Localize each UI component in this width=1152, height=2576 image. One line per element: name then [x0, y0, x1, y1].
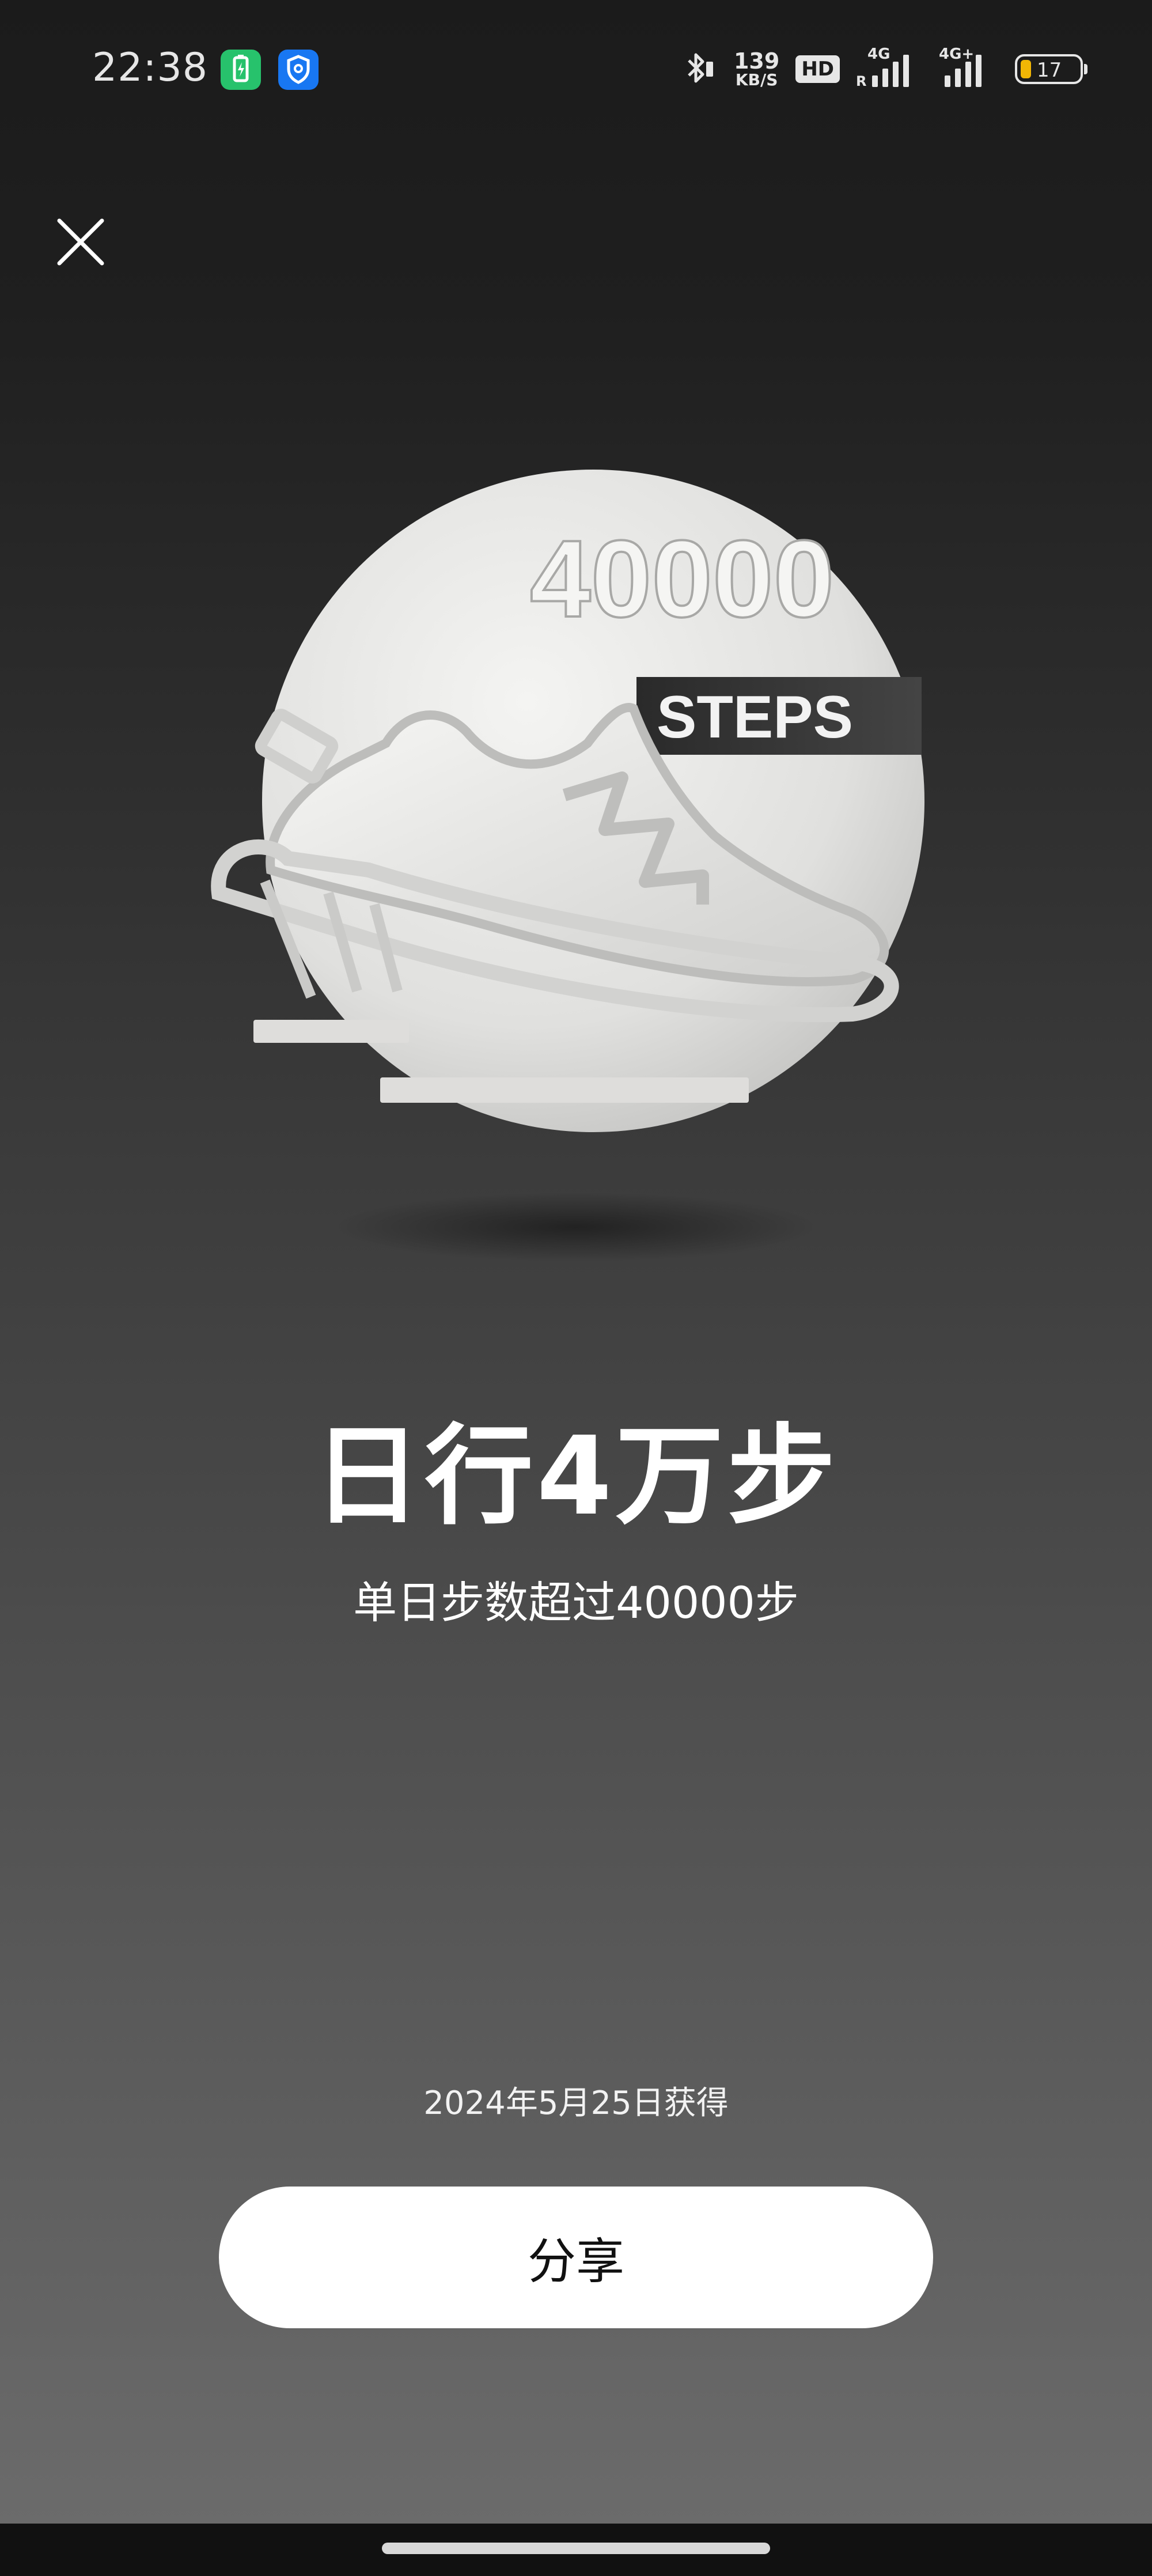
medal-description: 单日步数超过40000步 [353, 1577, 799, 1628]
battery-fill [1021, 60, 1031, 78]
battery-level: 17 [1037, 59, 1062, 82]
signal-1-roaming-label: R [856, 73, 867, 89]
status-bar: 22:38 139 KB/S HD 4G R 4G+ 17 [0, 0, 1152, 138]
signal-icon: 4G+ [935, 46, 999, 89]
close-button[interactable] [52, 213, 109, 271]
battery-icon: 17 [1015, 54, 1087, 84]
share-button[interactable]: 分享 [219, 2187, 933, 2328]
medal-badge: STEPS 40000 [196, 455, 956, 1291]
hd-voice-badge: HD [795, 55, 840, 83]
network-speed-unit: KB/S [735, 70, 778, 89]
bluetooth-icon [677, 48, 718, 90]
signal-icon: 4G R [856, 46, 919, 89]
home-indicator[interactable] [382, 2543, 770, 2554]
achievement-screen: 22:38 139 KB/S HD 4G R 4G+ 17 STEPS 4000… [0, 0, 1152, 2576]
medal-title: 日行4万步 [313, 1413, 839, 1539]
network-speed-value: 139 [733, 48, 780, 74]
status-time: 22:38 [92, 45, 208, 90]
badge-number-text: 40000 [530, 518, 834, 640]
network-speed: 139 KB/S [734, 50, 779, 88]
close-icon [57, 218, 104, 266]
battery-saver-app-icon [221, 50, 261, 90]
status-indicators: 139 KB/S HD 4G R 4G+ 17 [677, 45, 1087, 93]
shoe-medal-icon: STEPS 40000 [211, 470, 924, 1262]
shield-app-icon [278, 50, 319, 90]
steps-tag-text: STEPS [657, 684, 853, 751]
earned-date: 2024年5月25日获得 [423, 2085, 729, 2122]
